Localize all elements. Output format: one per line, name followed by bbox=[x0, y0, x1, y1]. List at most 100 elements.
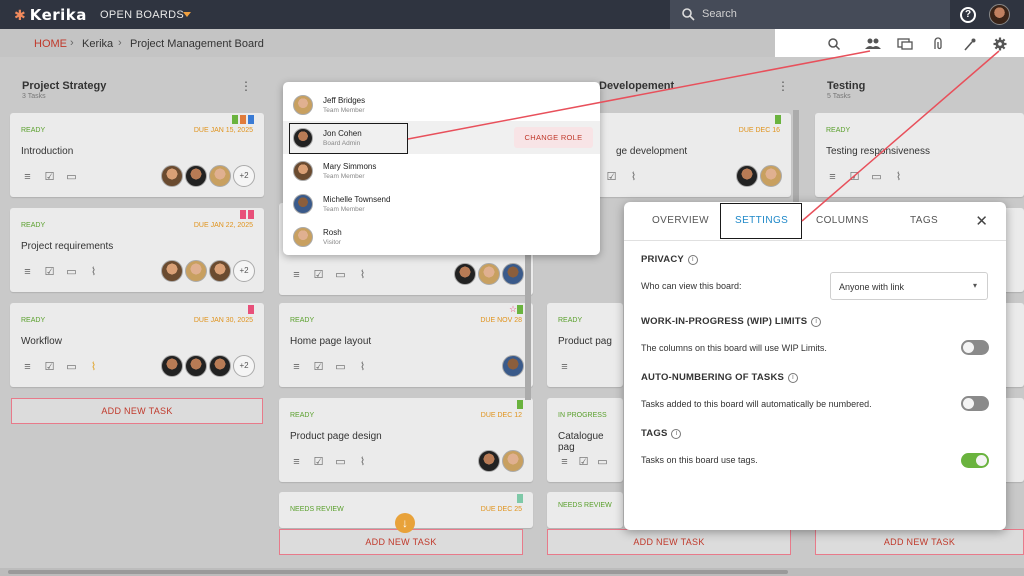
add-new-task-button[interactable]: ADD NEW TASK bbox=[11, 398, 263, 424]
task-card[interactable]: READY DUE JAN 30, 2025 Workflow ≡ ☑ ▭ ⌇ +2 bbox=[10, 303, 264, 387]
description-icon: ≡ bbox=[829, 171, 836, 183]
task-card[interactable]: ☆ READY DUE NOV 28 Home page layout ≡ ☑ ▭ ⌇ bbox=[279, 303, 533, 387]
avatar bbox=[209, 165, 231, 187]
gear-icon[interactable] bbox=[993, 37, 1007, 51]
status-badge: READY bbox=[21, 222, 46, 229]
open-boards-menu[interactable]: OPEN BOARDS bbox=[100, 9, 184, 21]
more-vert-icon[interactable]: ⋮ bbox=[777, 79, 789, 93]
tab-columns[interactable]: COLUMNS bbox=[816, 215, 869, 226]
more-members-badge[interactable]: +2 bbox=[233, 165, 255, 187]
attachment-icon[interactable] bbox=[931, 37, 945, 51]
description-icon: ≡ bbox=[293, 361, 300, 373]
privacy-select[interactable]: Anyone with link ▾ bbox=[830, 272, 988, 300]
description-icon: ≡ bbox=[293, 456, 300, 468]
info-icon[interactable]: i bbox=[687, 255, 698, 265]
task-card[interactable]: READY DUE JAN 15, 2025 Introduction ≡ ☑ ▭ … bbox=[10, 113, 264, 197]
task-title: Project requirements bbox=[21, 241, 114, 252]
chevron-down-icon: ▾ bbox=[972, 281, 977, 290]
more-vert-icon[interactable]: ⋮ bbox=[240, 79, 252, 93]
description-icon: ≡ bbox=[293, 269, 300, 281]
breadcrumb-kerika[interactable]: Kerika bbox=[82, 38, 113, 50]
scrollbar-thumb[interactable] bbox=[8, 570, 788, 574]
autonumber-heading: AUTO-NUMBERING OF TASKS i bbox=[641, 372, 799, 383]
avatar bbox=[185, 260, 207, 282]
close-icon[interactable]: ✕ bbox=[975, 212, 988, 230]
people-icon[interactable] bbox=[865, 37, 881, 51]
help-icon[interactable]: ? bbox=[960, 7, 976, 23]
tab-overview[interactable]: OVERVIEW bbox=[652, 215, 709, 226]
team-member-row[interactable]: Michelle Townsend Team Member bbox=[283, 187, 600, 220]
tab-divider bbox=[624, 240, 1006, 241]
comment-icon: ▭ bbox=[335, 456, 346, 468]
task-card[interactable]: NEEDS REVIEW bbox=[547, 492, 623, 528]
task-card[interactable]: READY Product pag ≡ bbox=[547, 303, 623, 387]
change-role-button[interactable]: CHANGE ROLE bbox=[514, 127, 593, 148]
column-title: Testing bbox=[827, 80, 866, 92]
avatar bbox=[454, 263, 476, 285]
column-task-count: 3 Tasks bbox=[22, 93, 46, 100]
task-card[interactable]: READY DUE JAN 22, 2025 Project requireme… bbox=[10, 208, 264, 292]
task-title: Catalogue pag bbox=[558, 431, 604, 453]
comment-icon: ▭ bbox=[597, 456, 608, 468]
search-icon[interactable] bbox=[827, 37, 841, 51]
status-badge: NEEDS REVIEW bbox=[558, 502, 612, 509]
checklist-icon: ☑ bbox=[313, 456, 324, 468]
comment-icon: ▭ bbox=[335, 269, 346, 281]
tag-flags: ☆ bbox=[509, 305, 523, 314]
board-team-popup: Jeff Bridges Team Member Jon Cohen Board… bbox=[283, 82, 600, 255]
info-icon[interactable]: i bbox=[671, 429, 682, 439]
privacy-title: PRIVACY bbox=[641, 254, 684, 265]
checklist-icon: ☑ bbox=[606, 171, 617, 183]
highlight-box bbox=[720, 203, 802, 239]
autonumber-description: Tasks added to this board will automatic… bbox=[641, 399, 872, 409]
attachment-icon: ⌇ bbox=[90, 266, 97, 278]
avatar bbox=[161, 165, 183, 187]
logo-text: Kerika bbox=[29, 6, 87, 24]
info-icon[interactable]: i bbox=[788, 373, 799, 383]
task-card[interactable]: READY DUE DEC 12 Product page design ≡ ☑ ▭… bbox=[279, 398, 533, 482]
task-card[interactable]: IN PROGRESS Catalogue pag ≡ ☑ ▭ bbox=[547, 398, 623, 482]
status-badge: READY bbox=[290, 317, 315, 324]
user-avatar[interactable] bbox=[989, 4, 1010, 25]
column-title: Developement bbox=[599, 80, 675, 92]
attachment-icon: ⌇ bbox=[359, 361, 366, 373]
team-member-row[interactable]: Rosh Visitor bbox=[283, 220, 600, 253]
info-icon[interactable]: i bbox=[811, 317, 822, 327]
add-new-task-button[interactable]: ADD NEW TASK bbox=[815, 529, 1024, 555]
member-name: Rosh bbox=[323, 228, 342, 237]
task-card[interactable]: READY Testing responsiveness ≡ ☑ ▭ ⌇ bbox=[815, 113, 1024, 197]
chat-icon[interactable] bbox=[897, 37, 913, 51]
more-members-badge[interactable]: +2 bbox=[233, 355, 255, 377]
description-icon: ≡ bbox=[24, 266, 31, 278]
search-input[interactable]: Search bbox=[670, 0, 950, 29]
wand-icon[interactable] bbox=[963, 37, 977, 51]
tab-tags[interactable]: TAGS bbox=[910, 215, 938, 226]
avatar bbox=[502, 263, 524, 285]
add-new-task-button[interactable]: ADD NEW TASK bbox=[279, 529, 523, 555]
task-title: Home page layout bbox=[290, 336, 372, 347]
task-title: Workflow bbox=[21, 336, 62, 347]
scroll-down-icon[interactable]: ↓ bbox=[395, 513, 415, 533]
more-members-badge[interactable]: +2 bbox=[233, 260, 255, 282]
add-new-task-button[interactable]: ADD NEW TASK bbox=[547, 529, 791, 555]
tags-title: TAGS bbox=[641, 428, 668, 439]
attachment-icon: ⌇ bbox=[895, 171, 902, 183]
autonumber-toggle[interactable] bbox=[961, 396, 989, 411]
due-date: DUE DEC 12 bbox=[480, 412, 522, 419]
kerika-logo[interactable]: ✱ Kerika bbox=[14, 6, 87, 24]
due-date: DUE DEC 25 bbox=[480, 506, 522, 513]
team-member-row[interactable]: Jeff Bridges Team Member bbox=[283, 88, 600, 121]
comment-icon: ▭ bbox=[66, 361, 77, 373]
team-member-row[interactable]: Mary Simmons Team Member bbox=[283, 154, 600, 187]
breadcrumb-home[interactable]: HOME bbox=[34, 38, 67, 50]
checklist-icon: ☑ bbox=[313, 269, 324, 281]
chevron-down-icon[interactable] bbox=[183, 12, 191, 17]
tags-toggle[interactable] bbox=[961, 453, 989, 468]
column-task-count: 5 Tasks bbox=[827, 93, 851, 100]
attachment-icon: ⌇ bbox=[90, 361, 97, 373]
status-badge: READY bbox=[21, 317, 46, 324]
tag-flags bbox=[232, 115, 254, 124]
board-toolbar bbox=[775, 29, 1024, 57]
wip-toggle[interactable] bbox=[961, 340, 989, 355]
due-date: DUE JAN 22, 2025 bbox=[193, 222, 253, 229]
